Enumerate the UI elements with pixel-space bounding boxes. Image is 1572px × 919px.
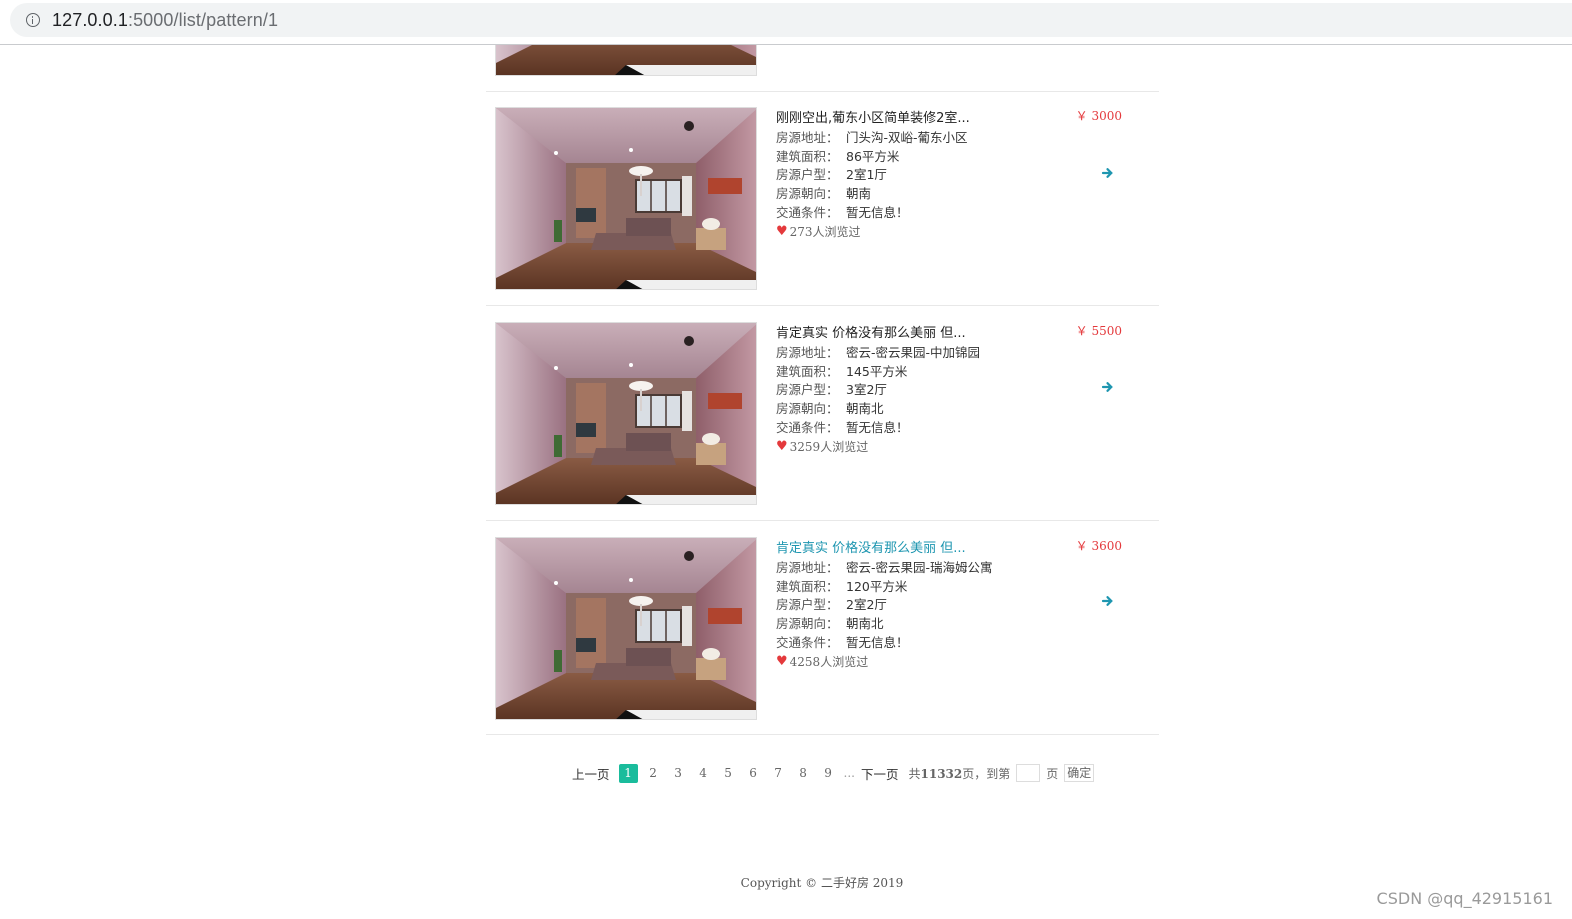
view-count: ♥ 3259人浏览过 <box>776 439 869 454</box>
area-row: 建筑面积： 120平方米 <box>776 578 908 594</box>
listing-price: ￥ 3600 <box>1075 539 1122 553</box>
traffic-row: 交通条件： 暂无信息！ <box>776 204 909 220</box>
pagination-ellipsis: ... <box>843 766 855 780</box>
listing-item[interactable]: 肯定真实 价格没有那么美丽 但... ￥ 5500 房源地址： 密云-密云果园-中… <box>486 307 1159 521</box>
layout-row: 房源户型： 2室1厅 <box>776 167 887 183</box>
listing-title[interactable]: 刚刚空出,葡东小区简单装修2室... <box>776 107 970 126</box>
prev-page-link[interactable]: 上一页 <box>572 764 610 783</box>
page-link-6[interactable]: 6 <box>744 764 763 783</box>
layout-row: 房源户型： 2室2厅 <box>776 597 887 613</box>
page-link-3[interactable]: 3 <box>669 764 688 783</box>
page-link-2[interactable]: 2 <box>644 764 663 783</box>
footer-copyright: Copyright © 二手好房 2019 <box>740 876 904 890</box>
layout-row: 房源户型： 3室2厅 <box>776 382 887 398</box>
traffic-row: 交通条件： 暂无信息！ <box>776 419 909 435</box>
address-row: 房源地址： 密云-密云果园-瑞海姆公寓 <box>776 560 993 575</box>
heart-icon: ♥ <box>776 654 788 669</box>
page-link-1[interactable]: 1 <box>618 763 638 783</box>
listing-thumbnail[interactable] <box>495 537 757 720</box>
listing-thumbnail[interactable] <box>495 107 757 290</box>
arrow-right-icon[interactable] <box>1101 166 1115 180</box>
listing-thumbnail-partial[interactable] <box>495 45 757 76</box>
area-row: 建筑面积： 86平方米 <box>776 148 900 164</box>
page-link-9[interactable]: 9 <box>819 764 838 783</box>
listing-title[interactable]: 肯定真实 价格没有那么美丽 但... <box>776 322 966 341</box>
site-info-icon[interactable] <box>26 13 40 27</box>
address-row: 房源地址： 密云-密云果园-中加锦园 <box>776 345 981 360</box>
goto-page-input[interactable] <box>1016 764 1041 782</box>
page-link-5[interactable]: 5 <box>719 764 738 783</box>
address-bar[interactable]: 127.0.0.1:5000/list/pattern/1 <box>10 3 1572 37</box>
page-link-7[interactable]: 7 <box>769 764 788 783</box>
area-row: 建筑面积： 145平方米 <box>776 363 908 379</box>
view-count: ♥ 273人浏览过 <box>776 224 861 239</box>
page-link-4[interactable]: 4 <box>694 764 713 783</box>
pagination: 上一页 1 2 3 4 5 6 7 8 9 ... 下一页 共11332页，到第… <box>572 763 1095 783</box>
toolbar-divider <box>0 44 1572 45</box>
watermark: CSDN @qq_42915161 <box>1376 889 1553 908</box>
total-pages-text: 共11332页，到第 <box>908 766 1011 781</box>
address-row: 房源地址： 门头沟-双峪-葡东小区 <box>776 130 968 145</box>
arrow-right-icon[interactable] <box>1101 594 1115 608</box>
listing-thumbnail[interactable] <box>495 322 757 505</box>
heart-icon: ♥ <box>776 224 788 239</box>
confirm-button[interactable]: 确定 <box>1064 764 1095 782</box>
heart-icon: ♥ <box>776 439 788 454</box>
page-unit-label: 页 <box>1046 766 1059 781</box>
listing-item[interactable]: 刚刚空出,葡东小区简单装修2室... ￥ 3000 房源地址： 门头沟-双峪-葡东… <box>486 92 1159 306</box>
orientation-row: 房源朝向： 朝南北 <box>776 616 884 632</box>
page-link-8[interactable]: 8 <box>794 764 813 783</box>
listing-price: ￥ 3000 <box>1075 109 1122 123</box>
listing-title[interactable]: 肯定真实 价格没有那么美丽 但... <box>776 537 966 556</box>
listing-price: ￥ 5500 <box>1075 324 1122 338</box>
next-page-link[interactable]: 下一页 <box>861 764 899 783</box>
view-count: ♥ 4258人浏览过 <box>776 654 869 669</box>
arrow-right-icon[interactable] <box>1101 380 1115 394</box>
url-text[interactable]: 127.0.0.1:5000/list/pattern/1 <box>52 10 278 31</box>
listing-item[interactable]: 肯定真实 价格没有那么美丽 但... ￥ 3600 房源地址： 密云-密云果园-瑞… <box>486 522 1159 736</box>
traffic-row: 交通条件： 暂无信息！ <box>776 634 909 650</box>
orientation-row: 房源朝向： 朝南 <box>776 186 872 202</box>
orientation-row: 房源朝向： 朝南北 <box>776 401 884 417</box>
